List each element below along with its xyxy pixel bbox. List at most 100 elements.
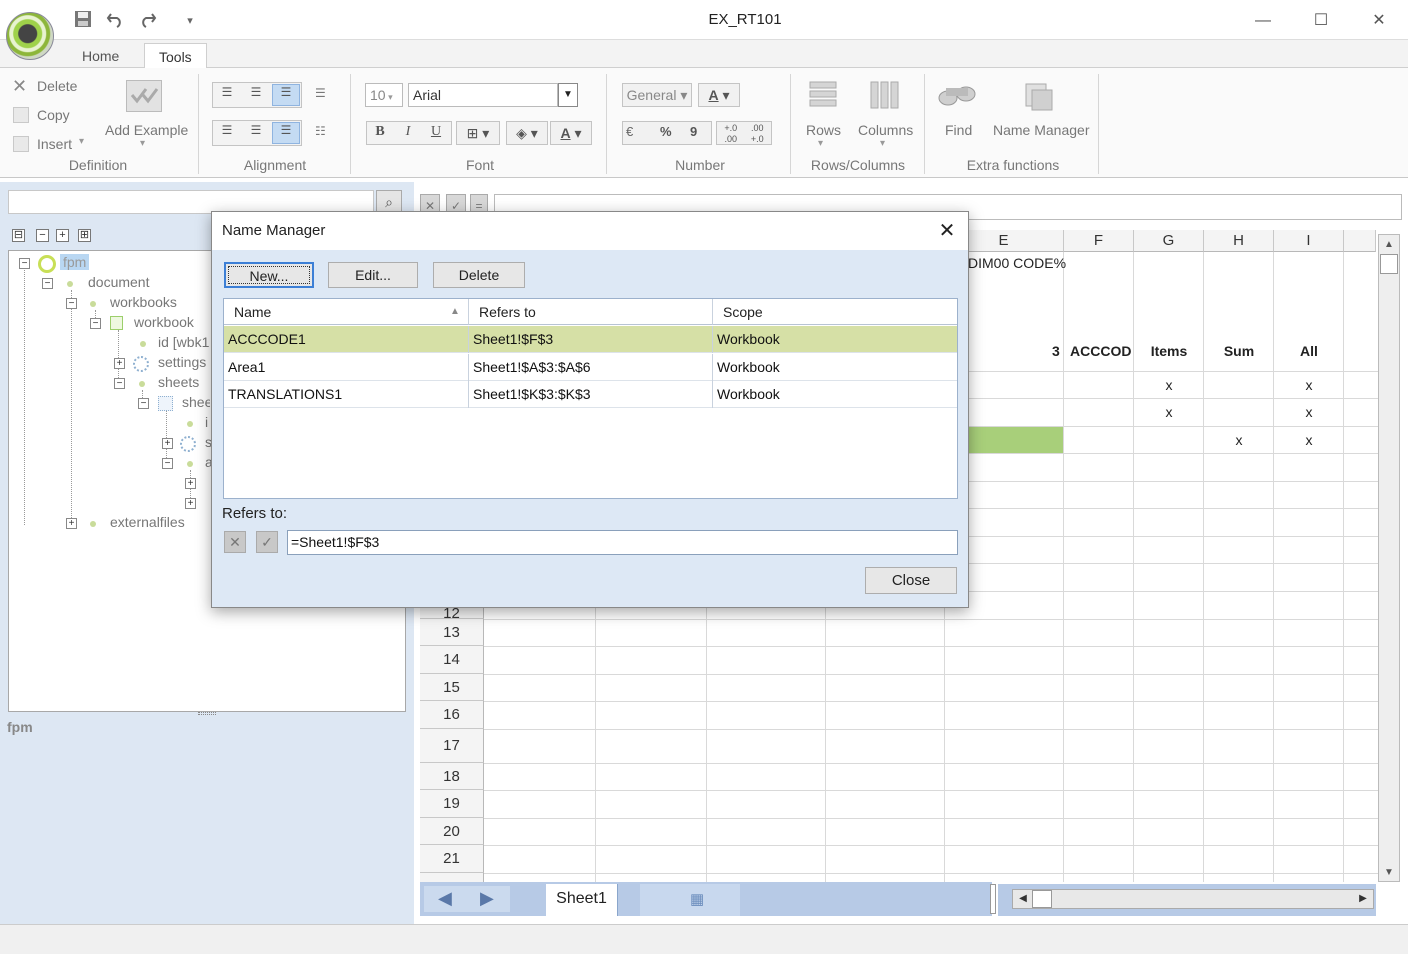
tree-node-workbooks[interactable]: workbooks [110,294,177,310]
sheet-next-icon[interactable]: ▶ [480,888,494,909]
tree-node-workbook[interactable]: workbook [134,314,194,330]
align-center-icon[interactable]: ☰ [244,123,268,143]
tree-expander[interactable]: + [185,498,196,509]
row-header-20[interactable]: 20 [420,818,484,845]
name-manager-button[interactable]: Name Manager [993,122,1090,138]
underline-button[interactable]: U [426,124,446,140]
row-header-16[interactable]: 16 [420,701,484,729]
insert-button[interactable]: Insert [37,136,72,152]
sheet-prev-icon[interactable]: ◀ [438,888,452,909]
dialog-close-icon[interactable]: ✕ [936,220,958,242]
columns-button[interactable]: Columns [858,122,913,138]
tree-node-externalfiles[interactable]: externalfiles [110,514,185,530]
align-top-icon[interactable]: ☰ [215,85,239,105]
row-header-17[interactable]: 17 [420,729,484,763]
rows-dropdown-icon[interactable]: ▾ [818,138,823,149]
save-icon[interactable] [72,10,94,32]
cell-e1[interactable]: DIM00 CODE% [968,255,1066,271]
tree-expander[interactable]: + [66,518,77,529]
column-header-scope[interactable]: Scope [713,299,957,325]
fill-color-button[interactable]: ◈ ▾ [506,121,548,145]
align-left-icon[interactable]: ☰ [215,123,239,143]
cell-h7[interactable]: x [1204,432,1274,448]
add-example-dropdown-icon[interactable]: ▾ [140,138,145,149]
tab-tools[interactable]: Tools [144,43,207,69]
refers-accept-icon[interactable]: ✓ [256,531,278,553]
tree-expander[interactable]: + [162,438,173,449]
tree-expander[interactable]: + [114,358,125,369]
add-example-button[interactable]: Add Example [105,122,188,138]
vertical-scroll-thumb[interactable] [1380,254,1398,274]
row-header-13[interactable]: 13 [420,619,484,646]
tree-node-fpm[interactable]: fpm [60,254,90,270]
maximize-button[interactable]: ☐ [1306,9,1336,33]
tree-node-settings[interactable]: settings [158,354,206,370]
rows-button[interactable]: Rows [806,122,841,138]
row-header-14[interactable]: 14 [420,646,484,674]
tree-node-document[interactable]: document [88,274,149,290]
copy-button[interactable]: Copy [37,107,70,123]
cell-h4[interactable]: Sum [1204,343,1274,359]
cell-i7[interactable]: x [1274,432,1344,448]
minimize-button[interactable]: — [1248,9,1278,33]
bold-button[interactable]: B [370,124,390,140]
row-header-19[interactable]: 19 [420,790,484,818]
italic-button[interactable]: I [398,124,418,140]
undo-icon[interactable] [104,10,126,32]
font-family-dropdown-icon[interactable]: ▼ [558,83,578,107]
delete-name-button[interactable]: Delete [433,262,525,288]
panel-splitter[interactable] [198,712,216,715]
decrease-decimal-button[interactable]: .00 +.0 [745,123,769,145]
collapse-all-icon[interactable]: ⊟ [12,229,25,242]
align-bottom-icon[interactable]: ☰ [272,84,300,106]
align-middle-icon[interactable]: ☰ [244,85,268,105]
delete-button[interactable]: Delete [37,78,77,94]
tree-expander[interactable]: − [19,258,30,269]
column-header-next[interactable] [1344,230,1376,252]
customize-qat-icon[interactable]: ▾ [179,10,201,32]
collapse-icon[interactable]: − [36,229,49,242]
tree-node-sheets[interactable]: sheets [158,374,199,390]
refers-cancel-icon[interactable]: ✕ [224,531,246,553]
cell-d4[interactable]: 3 [1052,343,1060,359]
tree-expander[interactable]: − [138,398,149,409]
expand-icon[interactable]: + [56,229,69,242]
column-header-h[interactable]: H [1204,230,1274,252]
tree-node-id[interactable]: id [wbk1 [158,334,209,350]
refers-to-input[interactable]: =Sheet1!$F$3 [287,530,958,555]
scroll-right-icon[interactable]: ▶ [1354,891,1372,907]
tree-expander[interactable]: − [114,378,125,389]
tab-home[interactable]: Home [68,43,133,69]
scroll-down-icon[interactable]: ▼ [1380,864,1398,882]
tree-expander[interactable]: + [185,478,196,489]
percent-button[interactable]: % [660,124,680,139]
scroll-up-icon[interactable]: ▲ [1380,236,1398,254]
list-row[interactable]: TRANSLATIONS1 Sheet1!$K$3:$K$3 Workbook [224,381,957,408]
tree-expander[interactable]: − [162,458,173,469]
align-right-icon[interactable]: ☰ [272,122,300,144]
tree-expander[interactable]: − [90,318,101,329]
cell-g6[interactable]: x [1134,404,1204,420]
number-format-select[interactable]: General ▾ [622,83,692,107]
find-button[interactable]: Find [945,122,972,138]
tab-splitter[interactable] [990,884,996,914]
column-header-g[interactable]: G [1134,230,1204,252]
currency-button[interactable]: € [626,124,650,139]
list-row-selected[interactable]: ACCCODE1 Sheet1!$F$3 Workbook [224,326,957,353]
wrap-text-icon[interactable]: ☰ [315,86,337,106]
horizontal-scroll-thumb[interactable] [1032,890,1052,908]
app-menu-orb-icon[interactable] [6,12,54,60]
cell-g4[interactable]: Items [1134,343,1204,359]
tree-expander[interactable]: − [66,298,77,309]
row-header-21[interactable]: 21 [420,845,484,873]
horizontal-scrollbar[interactable] [1012,889,1374,909]
cell-i4[interactable]: All [1274,343,1344,359]
cell-e4[interactable]: ACCCOD [1070,343,1131,359]
column-header-i[interactable]: I [1274,230,1344,252]
borders-button[interactable]: ⊞ ▾ [456,121,500,145]
column-header-refers-to[interactable]: Refers to [469,299,713,325]
highlighted-cell[interactable] [968,427,1063,453]
expand-all-icon[interactable]: ⊞ [78,229,91,242]
number-font-color-button[interactable]: A ▾ [698,83,740,107]
close-button[interactable]: Close [865,567,957,594]
